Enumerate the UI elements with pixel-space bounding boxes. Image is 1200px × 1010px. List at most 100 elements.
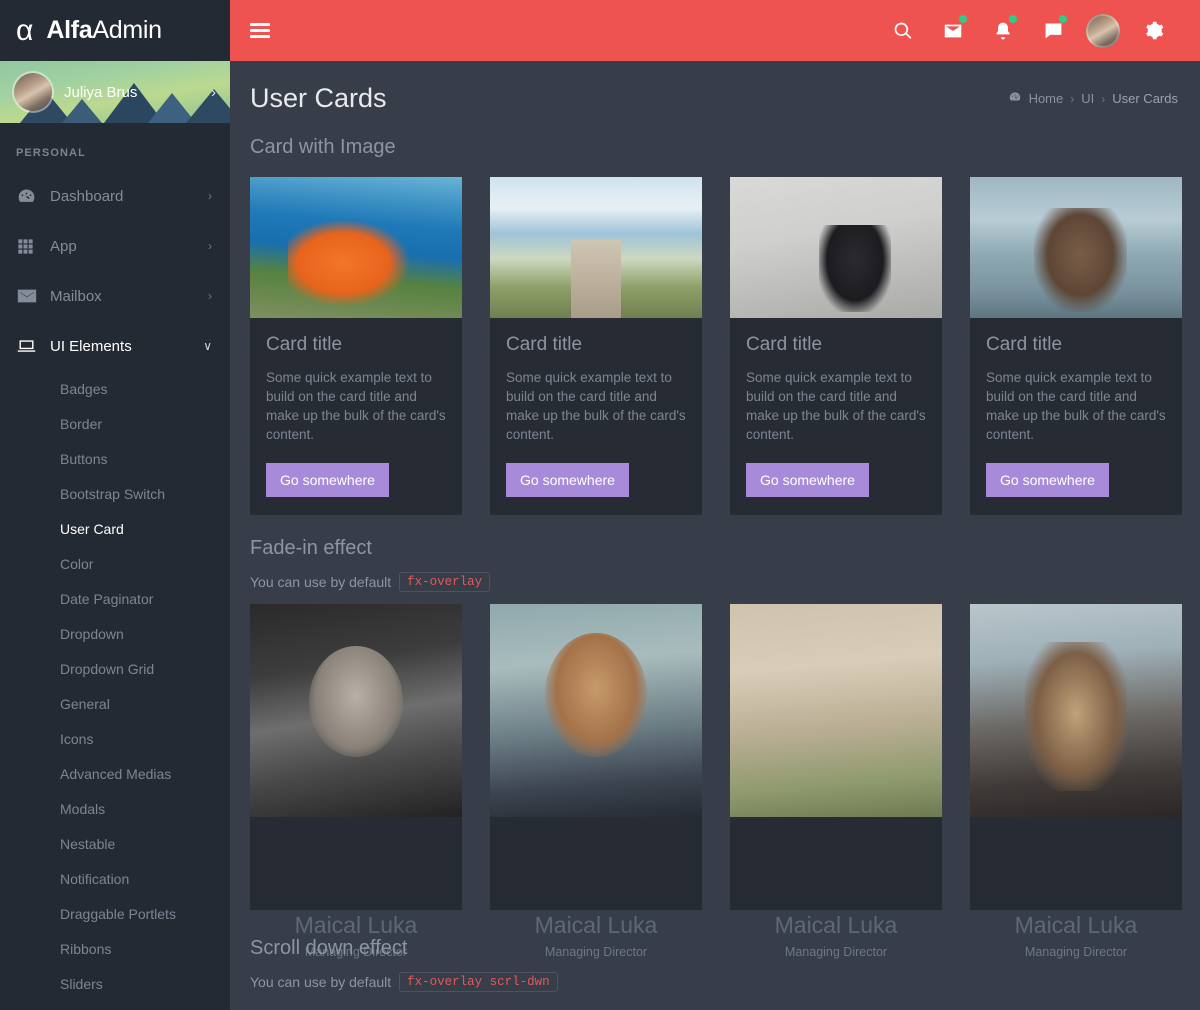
home-dashboard-icon	[1008, 90, 1022, 107]
user-name: Maical Luka	[1014, 911, 1138, 938]
section-note-scroll-down: You can use by default fx-overlay scrl-d…	[230, 968, 1200, 992]
sidebar-item-dashboard[interactable]: Dashboard ›	[0, 171, 230, 221]
card-title: Card title	[746, 334, 823, 355]
sidebar-subitem-border[interactable]: Border	[0, 406, 230, 441]
brand-block[interactable]: α AlfaAdmin	[0, 0, 230, 61]
user-card-overlay	[490, 816, 702, 910]
sidebar-section-label: PERSONAL	[16, 147, 86, 159]
top-bar: α AlfaAdmin	[0, 0, 1200, 61]
sidebar-subitem-draggable-portlets[interactable]: Draggable Portlets	[0, 896, 230, 931]
section-note-fade-in: You can use by default fx-overlay	[230, 568, 1200, 592]
sidebar-subitem-buttons[interactable]: Buttons	[0, 441, 230, 476]
sidebar-submenu: Badges Border Buttons Bootstrap Switch U…	[0, 371, 230, 1001]
sidebar-subitem-modals[interactable]: Modals	[0, 791, 230, 826]
sidebar-item-label: App	[50, 237, 77, 255]
user-card[interactable]: Maical Luka Managing Director	[250, 603, 462, 959]
card-text: Some quick example text to build on the …	[506, 370, 686, 443]
sidebar-item-mailbox[interactable]: Mailbox ›	[0, 271, 230, 321]
user-name: Maical Luka	[534, 911, 658, 938]
bell-badge-dot	[1009, 15, 1017, 23]
sidebar-subitem-date-paginator[interactable]: Date Paginator	[0, 581, 230, 616]
brand-name: AlfaAdmin	[46, 16, 162, 44]
sidebar: Juliya Brus › PERSONAL Dashboard › App ›…	[0, 61, 230, 1010]
top-bar-right	[230, 0, 1200, 61]
mail-icon[interactable]	[928, 0, 978, 61]
breadcrumb-home[interactable]: Home	[1029, 91, 1064, 106]
section-title-card-with-image: Card with Image	[250, 136, 396, 158]
woman-with-glasses-denim-image	[730, 603, 942, 817]
image-cards-row: Card title Some quick example text to bu…	[230, 167, 1200, 515]
breadcrumb-separator: ›	[1101, 91, 1106, 106]
sidebar-item-label: Dashboard	[50, 187, 124, 205]
user-card[interactable]: Maical Luka Managing Director	[490, 603, 702, 959]
chevron-right-icon: ›	[208, 189, 212, 203]
card-title: Card title	[986, 334, 1063, 355]
sidebar-item-ui-elements[interactable]: UI Elements ∨	[0, 321, 230, 371]
breadcrumb: Home › UI › User Cards	[1008, 90, 1178, 107]
alpha-logo-icon: α	[16, 13, 34, 47]
card-text: Some quick example text to build on the …	[746, 370, 926, 443]
user-role: Managing Director	[784, 944, 888, 959]
page-header: User Cards Home › UI › User Cards	[230, 61, 1200, 114]
sidebar-subitem-sliders[interactable]: Sliders	[0, 966, 230, 1001]
mail-badge-dot	[959, 15, 967, 23]
user-card[interactable]: Maical Luka Managing Director	[730, 603, 942, 959]
search-icon[interactable]	[878, 0, 928, 61]
user-card[interactable]: Maical Luka Managing Director	[970, 603, 1182, 959]
chevron-right-icon[interactable]: ›	[211, 84, 216, 101]
envelope-icon	[16, 285, 50, 307]
profile-avatar	[14, 73, 52, 111]
sidebar-subitem-advanced-medias[interactable]: Advanced Medias	[0, 756, 230, 791]
note-text: You can use by default	[250, 973, 392, 990]
card-text: Some quick example text to build on the …	[266, 370, 446, 443]
bell-icon[interactable]	[978, 0, 1028, 61]
sidebar-subitem-dropdown-grid[interactable]: Dropdown Grid	[0, 651, 230, 686]
section-title-fade-in: Fade-in effect	[250, 536, 372, 559]
go-somewhere-button[interactable]: Go somewhere	[266, 462, 389, 497]
note-text: You can use by default	[250, 573, 392, 590]
user-name: Maical Luka	[774, 911, 898, 938]
laptop-icon	[16, 336, 50, 357]
hamburger-menu-icon[interactable]	[250, 20, 270, 41]
user-card-overlay	[970, 816, 1182, 910]
main-content: User Cards Home › UI › User Cards Card w…	[230, 61, 1200, 1010]
sidebar-subitem-notification[interactable]: Notification	[0, 861, 230, 896]
sidebar-subitem-icons[interactable]: Icons	[0, 721, 230, 756]
code-badge: fx-overlay scrl-dwn	[399, 971, 558, 992]
user-name: Maical Luka	[294, 911, 418, 938]
image-card: Card title Some quick example text to bu…	[490, 177, 702, 515]
sidebar-profile[interactable]: Juliya Brus ›	[0, 61, 230, 123]
sidebar-subitem-nestable[interactable]: Nestable	[0, 826, 230, 861]
coiled-orange-rope-on-pier-image	[250, 177, 462, 318]
sidebar-subitem-dropdown[interactable]: Dropdown	[0, 616, 230, 651]
chat-icon[interactable]	[1028, 0, 1078, 61]
go-somewhere-button[interactable]: Go somewhere	[506, 462, 629, 497]
code-badge: fx-overlay	[399, 571, 491, 592]
go-somewhere-button[interactable]: Go somewhere	[746, 462, 869, 497]
smiling-man-bw-portrait-image	[250, 603, 462, 817]
user-card-overlay	[730, 816, 942, 910]
go-somewhere-button[interactable]: Go somewhere	[986, 462, 1109, 497]
breadcrumb-separator: ›	[1070, 91, 1075, 106]
grid-icon	[16, 237, 50, 256]
image-card: Card title Some quick example text to bu…	[730, 177, 942, 515]
chevron-down-icon: ∨	[203, 339, 212, 353]
speedometer-icon	[16, 186, 50, 207]
sidebar-subitem-badges[interactable]: Badges	[0, 371, 230, 406]
breadcrumb-ui[interactable]: UI	[1081, 91, 1094, 106]
card-text: Some quick example text to build on the …	[986, 370, 1166, 443]
red-haired-woman-portrait-image	[490, 603, 702, 817]
sidebar-subitem-ribbons[interactable]: Ribbons	[0, 931, 230, 966]
sidebar-subitem-user-card[interactable]: User Card	[0, 511, 230, 546]
sidebar-subitem-color[interactable]: Color	[0, 546, 230, 581]
user-role: Managing Director	[1024, 944, 1128, 959]
image-card: Card title Some quick example text to bu…	[970, 177, 1182, 515]
sidebar-item-app[interactable]: App ›	[0, 221, 230, 271]
profile-name: Juliya Brus	[64, 83, 138, 101]
sidebar-subitem-bootstrap-switch[interactable]: Bootstrap Switch	[0, 476, 230, 511]
sidebar-item-label: Mailbox	[50, 287, 102, 305]
sidebar-subitem-general[interactable]: General	[0, 686, 230, 721]
avatar[interactable]	[1078, 0, 1128, 61]
gear-icon[interactable]	[1128, 0, 1178, 61]
wooden-boardwalk-to-beach-image	[490, 177, 702, 318]
